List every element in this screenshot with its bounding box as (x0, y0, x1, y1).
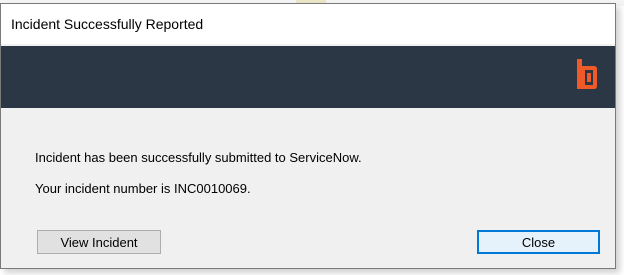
incident-reported-dialog: Incident Successfully Reported Incident … (0, 3, 616, 269)
incident-number-message: Your incident number is INC0010069. (35, 181, 251, 196)
dialog-banner (1, 46, 615, 108)
close-button[interactable]: Close (477, 230, 600, 254)
brand-logo-icon (577, 59, 597, 89)
screen: Incident Successfully Reported Incident … (0, 0, 624, 275)
view-incident-button[interactable]: View Incident (37, 230, 161, 254)
dialog-titlebar: Incident Successfully Reported (1, 4, 615, 44)
success-message: Incident has been successfully submitted… (35, 150, 362, 165)
dialog-title: Incident Successfully Reported (11, 16, 204, 32)
